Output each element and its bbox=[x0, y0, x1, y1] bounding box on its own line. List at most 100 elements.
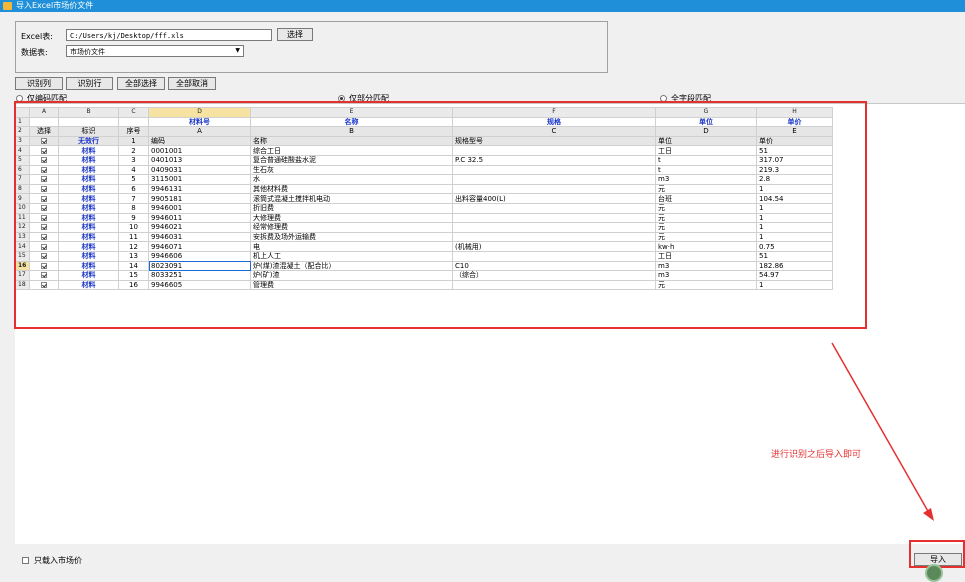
cell-name[interactable]: 炉(煤)渣混凝土（配合比） bbox=[250, 260, 453, 272]
cell-price[interactable]: 54.97 bbox=[756, 270, 833, 281]
select-all-button[interactable]: 全部选择 bbox=[117, 77, 165, 90]
cell-unit[interactable]: 工日 bbox=[655, 145, 757, 156]
cell-spec[interactable]: 出料容量400(L) bbox=[452, 193, 656, 204]
row-checkbox[interactable] bbox=[29, 193, 59, 204]
cell-code[interactable]: 9946131 bbox=[148, 183, 251, 195]
column-letter[interactable]: G bbox=[655, 107, 757, 118]
column-letter[interactable]: D bbox=[148, 107, 251, 118]
cell-code[interactable]: 9946011 bbox=[148, 212, 251, 224]
row-checkbox[interactable] bbox=[29, 174, 59, 185]
cell-unit[interactable]: m3 bbox=[655, 174, 757, 185]
identify-columns-button[interactable]: 识别列 bbox=[15, 77, 63, 90]
cell-unit[interactable]: kw·h bbox=[655, 241, 757, 252]
cell-spec[interactable]: P.C 32.5 bbox=[452, 154, 656, 166]
cell-unit[interactable]: 元 bbox=[655, 222, 757, 233]
cell-name[interactable]: 其他材料费 bbox=[250, 183, 453, 195]
cell-spec[interactable] bbox=[452, 279, 656, 291]
cell-code[interactable]: 8023091 bbox=[148, 260, 251, 272]
cell-price[interactable]: 317.07 bbox=[756, 154, 833, 166]
cell-unit[interactable]: 元 bbox=[655, 202, 757, 214]
column-mapping-cell[interactable]: 单位 bbox=[655, 116, 757, 128]
column-mapping-cell[interactable]: 单价 bbox=[756, 116, 833, 128]
cell-unit[interactable]: 台班 bbox=[655, 193, 757, 204]
cell-unit[interactable]: t bbox=[655, 164, 757, 176]
cell-name[interactable]: 大修理费 bbox=[250, 212, 453, 224]
column-letter[interactable]: B bbox=[58, 107, 119, 118]
cell-unit[interactable]: 元 bbox=[655, 183, 757, 195]
cell-price[interactable]: 1 bbox=[756, 202, 833, 214]
cell-spec[interactable] bbox=[452, 231, 656, 243]
cell-spec[interactable] bbox=[452, 183, 656, 195]
cell-price[interactable]: 2.8 bbox=[756, 174, 833, 185]
cell-name[interactable]: 管理费 bbox=[250, 279, 453, 291]
cell-name[interactable]: 折旧费 bbox=[250, 202, 453, 214]
row-checkbox[interactable] bbox=[29, 164, 59, 176]
cell-name[interactable]: 机上人工 bbox=[250, 250, 453, 262]
cell-code[interactable]: 9946606 bbox=[148, 250, 251, 262]
cell-code[interactable]: 8033251 bbox=[148, 270, 251, 281]
cancel-all-button[interactable]: 全部取消 bbox=[168, 77, 216, 90]
cell-unit[interactable]: m3 bbox=[655, 260, 757, 272]
column-letter[interactable]: C bbox=[118, 107, 149, 118]
cell-code[interactable]: 0001001 bbox=[148, 145, 251, 156]
cell-name[interactable]: 经常修理费 bbox=[250, 222, 453, 233]
cell-code[interactable]: 9905181 bbox=[148, 193, 251, 204]
cell-spec[interactable]: C10 bbox=[452, 260, 656, 272]
cell-name[interactable]: 生石灰 bbox=[250, 164, 453, 176]
column-letter[interactable]: A bbox=[29, 107, 59, 118]
cell-unit[interactable]: 工日 bbox=[655, 250, 757, 262]
row-checkbox[interactable] bbox=[29, 270, 59, 281]
cell-price[interactable]: 1 bbox=[756, 279, 833, 291]
row-checkbox[interactable] bbox=[29, 241, 59, 252]
column-letter[interactable]: E bbox=[250, 107, 453, 118]
identify-rows-button[interactable]: 识别行 bbox=[66, 77, 113, 90]
row-checkbox[interactable] bbox=[29, 212, 59, 224]
cell-unit[interactable]: t bbox=[655, 154, 757, 166]
row-checkbox[interactable] bbox=[29, 202, 59, 214]
cell-spec[interactable]: （综合） bbox=[452, 270, 656, 281]
cell-spec[interactable] bbox=[452, 250, 656, 262]
cell-name[interactable]: 复合普通硅酸盐水泥 bbox=[250, 154, 453, 166]
row-checkbox[interactable] bbox=[29, 183, 59, 195]
cell-price[interactable]: 104.54 bbox=[756, 193, 833, 204]
cell-code[interactable]: 9946605 bbox=[148, 279, 251, 291]
excel-path-input[interactable]: C:/Users/kj/Desktop/fff.xls bbox=[66, 29, 272, 41]
spreadsheet-area[interactable]: A B C D E F G H 1 材料号 名称 规格 单位 单价 2 选择 标识 序号 A B C D E 3 无效行 1 编码名… bbox=[15, 103, 965, 544]
column-letter[interactable]: H bbox=[756, 107, 833, 118]
sheet-select[interactable]: 市场价文件 ▼ bbox=[66, 45, 244, 57]
row-checkbox[interactable] bbox=[29, 222, 59, 233]
cell-code[interactable]: 9946071 bbox=[148, 241, 251, 252]
cell-code[interactable]: 0409031 bbox=[148, 164, 251, 176]
cell-unit[interactable]: m3 bbox=[655, 270, 757, 281]
cell-price[interactable]: 1 bbox=[756, 212, 833, 224]
column-mapping-cell[interactable]: 名称 bbox=[250, 116, 453, 128]
cell-name[interactable]: 炉(矿)渣 bbox=[250, 270, 453, 281]
column-mapping-cell[interactable] bbox=[29, 116, 59, 128]
row-checkbox[interactable] bbox=[29, 135, 59, 147]
row-checkbox[interactable] bbox=[29, 145, 59, 156]
column-mapping-cell[interactable]: 规格 bbox=[452, 116, 656, 128]
cell-spec[interactable] bbox=[452, 202, 656, 214]
cell-code[interactable]: 3115001 bbox=[148, 174, 251, 185]
cell-unit[interactable]: 元 bbox=[655, 212, 757, 224]
cell-price[interactable]: 51 bbox=[756, 250, 833, 262]
cell-price[interactable]: 1 bbox=[756, 231, 833, 243]
cell-price[interactable]: 0.75 bbox=[756, 241, 833, 252]
cell-name[interactable]: 安拆费及场外运输费 bbox=[250, 231, 453, 243]
only-market-price-checkbox[interactable]: 只载入市场价 bbox=[22, 555, 82, 566]
cell-code[interactable]: 0401013 bbox=[148, 154, 251, 166]
cell-name[interactable]: 水 bbox=[250, 174, 453, 185]
cell-price[interactable]: 219.3 bbox=[756, 164, 833, 176]
cell-unit[interactable]: 元 bbox=[655, 231, 757, 243]
row-checkbox[interactable] bbox=[29, 231, 59, 243]
column-mapping-cell[interactable] bbox=[58, 116, 119, 128]
cell-unit[interactable]: 元 bbox=[655, 279, 757, 291]
cell-price[interactable]: 1 bbox=[756, 222, 833, 233]
column-mapping-cell[interactable]: 材料号 bbox=[148, 116, 251, 128]
cell-price[interactable]: 51 bbox=[756, 145, 833, 156]
column-letter[interactable]: F bbox=[452, 107, 656, 118]
cell-code[interactable]: 9946021 bbox=[148, 222, 251, 233]
cell-spec[interactable]: (机械用) bbox=[452, 241, 656, 252]
cell-name[interactable]: 综合工日 bbox=[250, 145, 453, 156]
column-mapping-cell[interactable] bbox=[118, 116, 149, 128]
